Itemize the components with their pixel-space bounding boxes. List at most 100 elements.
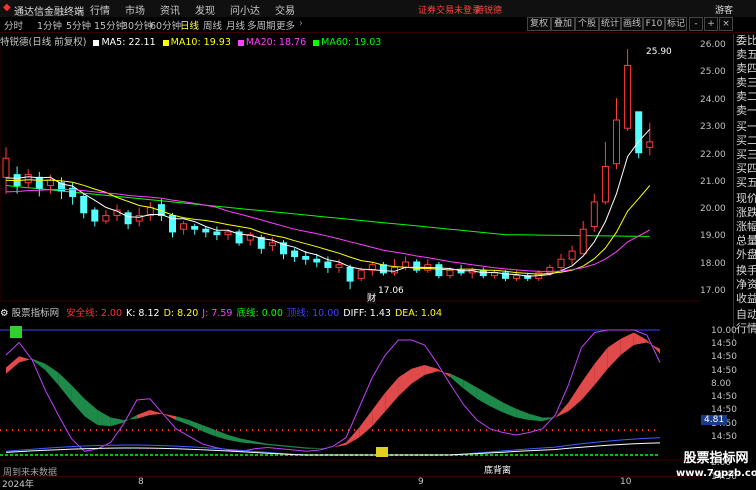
guest-user[interactable]: 游客 [715, 3, 733, 16]
kd-ribbon-segment [162, 413, 177, 420]
period-5min[interactable]: 5分钟 [66, 18, 91, 32]
period-daily[interactable]: 日线 [180, 18, 199, 32]
fuquan-button[interactable]: 复权 [527, 17, 551, 31]
buy-signal-marker [10, 326, 22, 338]
kd-ribbon-segment [58, 372, 72, 402]
j-line [5, 329, 661, 452]
candle-body [513, 275, 521, 279]
candle-body [24, 174, 32, 184]
candle-body [202, 228, 210, 233]
menu-faxian[interactable]: 发现 [195, 2, 215, 17]
quote-sell1: 卖一 [736, 104, 756, 117]
candle-body [357, 269, 365, 279]
kd-ribbon-segment [529, 413, 543, 422]
kd-ribbon-segment [437, 368, 451, 378]
gegu-button[interactable]: 个股 [575, 17, 599, 31]
watermark-title: 股票指标网 [683, 451, 749, 466]
candle-body [590, 201, 598, 227]
kd-ribbon-segment [189, 420, 203, 432]
kd-ribbon-segment [424, 365, 438, 375]
huaxian-button[interactable]: 画线 [621, 17, 643, 31]
current-indicator-marker: 4.81 [701, 415, 728, 425]
period-fenshi[interactable]: 分时 [4, 18, 23, 32]
quote-auto[interactable]: 自动 [736, 308, 756, 322]
candle-body [2, 157, 10, 178]
watermark: 股票指标网 www.7gpzb.com [676, 450, 756, 487]
candle-body [613, 119, 620, 165]
quote-outer: 外盘 [736, 248, 756, 261]
period-1min[interactable]: 1分钟 [37, 18, 62, 32]
kd-ribbon-segment [84, 398, 98, 425]
f10-button[interactable]: F10 [643, 17, 665, 31]
indicator-chart[interactable] [0, 318, 710, 461]
ind-tick-8: 8.00 [711, 379, 732, 389]
kd-ribbon-segment [45, 363, 59, 385]
candle-body [35, 176, 43, 189]
kd-ribbon-segment [542, 417, 556, 422]
quote-hangqing[interactable]: 行情 [736, 322, 756, 336]
quote-price: 现价 [736, 192, 756, 205]
dea-line [5, 442, 661, 456]
ind-tick-time-3: 14:50 [711, 392, 737, 402]
kd-ribbon-segment [123, 415, 137, 423]
quote-change: 涨跌 [736, 206, 756, 219]
time-axis: 2024年 8 9 10 [0, 476, 700, 490]
candle-body [568, 250, 576, 260]
quote-buy5: 买五 [736, 176, 756, 189]
period-15min[interactable]: 15分钟 [94, 18, 125, 32]
ind-tick-time-6: 14:50 [711, 432, 737, 442]
expand-icon[interactable]: + [704, 17, 718, 31]
more-chevron-icon[interactable]: › [299, 18, 303, 29]
period-more[interactable]: 更多 [276, 18, 295, 32]
period-30min[interactable]: 30分钟 [122, 18, 153, 32]
period-monthly[interactable]: 月线 [226, 18, 245, 32]
kd-ribbon-segment [280, 445, 294, 448]
ind-tick-time-4: 14:50 [711, 405, 737, 415]
candle-body [291, 250, 299, 258]
menu-jiaoyi[interactable]: 交易 [275, 2, 295, 17]
period-weekly[interactable]: 周线 [203, 18, 222, 32]
candle-body [624, 64, 632, 129]
time-tick-9: 9 [418, 477, 424, 487]
quote-buy3: 买三 [736, 148, 756, 161]
candle-body [335, 264, 343, 268]
ma10-color-icon [162, 39, 169, 46]
stock-name-title: 特锐德 [475, 6, 503, 16]
tongji-button[interactable]: 统计 [599, 17, 621, 31]
candlestick-chart[interactable] [0, 46, 700, 302]
quote-volume: 总量 [736, 234, 756, 247]
ind-tick-10: 10.00 [711, 326, 737, 336]
diejia-button[interactable]: 叠加 [551, 17, 575, 31]
kd-ribbon-segment [476, 387, 490, 407]
candle-body [413, 261, 421, 271]
kd-ribbon-segment [306, 447, 320, 449]
menu-wenxiaoda[interactable]: 问小达 [230, 2, 260, 17]
menu-shichang[interactable]: 市场 [125, 2, 145, 17]
period-multi[interactable]: 多周期 [247, 18, 276, 32]
ind-tick-time-1b: 14:50 [711, 352, 737, 362]
indicator-info-line: ⚙ 股票指标网 安全线: 2.00 K: 8.12 D: 8.20 J: 7.59 底线… [0, 305, 700, 319]
app-logo-icon: ◆ [3, 2, 11, 13]
login-status[interactable]: 证券交易未登录 [418, 3, 481, 16]
menu-zixun[interactable]: 资讯 [160, 2, 180, 17]
quote-panel: 委比 卖五 卖四 卖三 卖二 卖一 买一 买二 买三 买四 买五 现价 涨跌 涨… [733, 34, 756, 340]
close-icon[interactable]: × [719, 17, 733, 31]
biaoji-button[interactable]: 标记 [665, 17, 687, 31]
quote-buy4: 买四 [736, 162, 756, 175]
price-tick-18: 18.00 [700, 259, 726, 269]
kd-ribbon-segment [372, 392, 386, 427]
price-tick-24: 24.00 [700, 95, 726, 105]
divergence-label: 底背离 [484, 466, 512, 476]
menu-hangqing[interactable]: 行情 [90, 2, 110, 17]
kd-ribbon-segment [228, 435, 242, 443]
candle-body [191, 225, 199, 230]
kd-ribbon-segment [215, 430, 229, 440]
kd-ribbon-segment [6, 356, 20, 374]
quote-netasset: 净资 [736, 278, 756, 291]
minimize-icon[interactable]: - [689, 17, 703, 31]
price-tick-25: 25.00 [700, 67, 726, 77]
earnings-marker[interactable]: 财 [367, 291, 377, 304]
kd-ribbon-segment [581, 363, 595, 400]
candle-body [435, 264, 443, 277]
period-60min[interactable]: 60分钟 [150, 18, 181, 32]
